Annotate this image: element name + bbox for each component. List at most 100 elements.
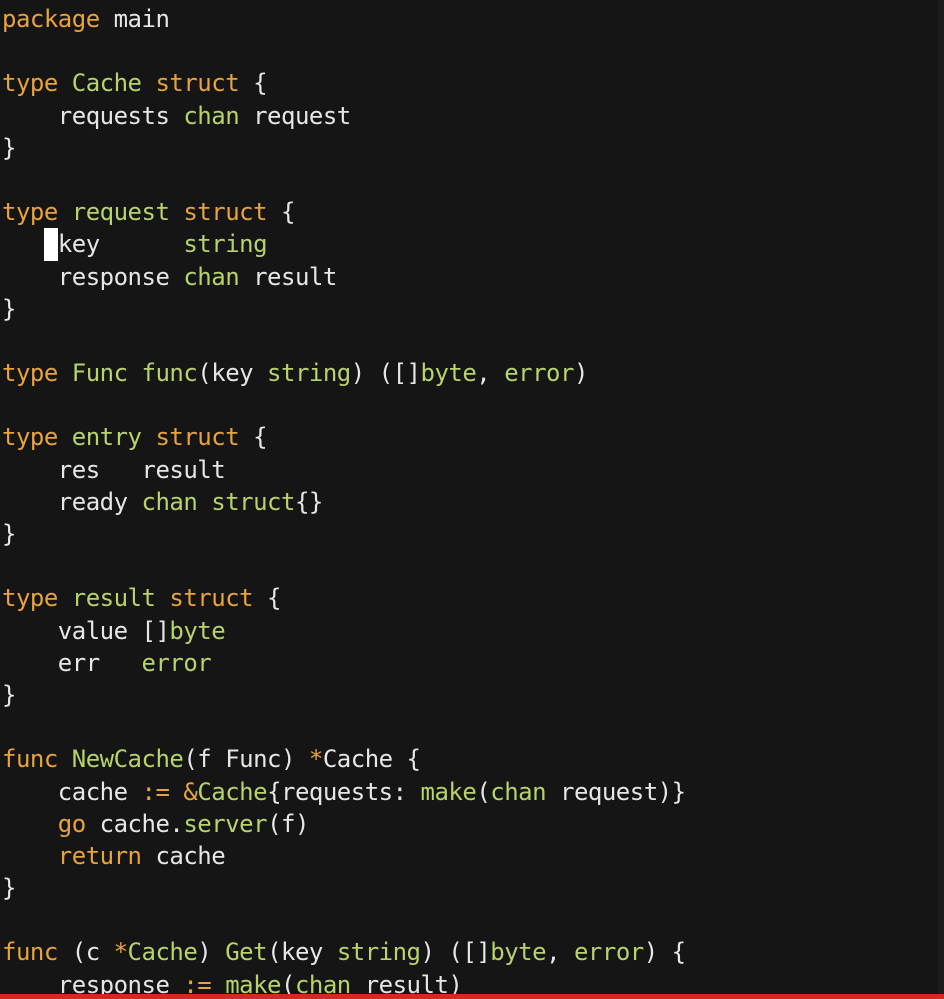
code-token: cache: [141, 841, 226, 870]
code-token: package: [2, 5, 100, 33]
code-token: ) ([]: [420, 938, 491, 967]
code-token: Cache: [197, 777, 268, 806]
code-token: ) ([]: [350, 359, 421, 388]
code-line[interactable]: type Cache struct {: [2, 67, 944, 99]
code-line[interactable]: requests chan request: [2, 100, 944, 132]
code-line[interactable]: type entry struct {: [2, 421, 944, 453]
code-editor[interactable]: package main type Cache struct { request…: [0, 0, 944, 999]
code-token: go: [57, 809, 86, 838]
scrollbar-track[interactable]: [938, 0, 944, 994]
code-token: Cache: [57, 69, 156, 98]
code-line[interactable]: res result: [2, 454, 944, 486]
code-token: value []: [2, 616, 170, 645]
code-line[interactable]: ready chan struct{}: [2, 486, 944, 518]
code-token: type: [2, 69, 58, 98]
code-token: string: [336, 938, 421, 967]
code-line[interactable]: [2, 35, 944, 67]
code-token: err: [2, 648, 142, 677]
code-line[interactable]: cache := &Cache{requests: make(chan requ…: [2, 776, 944, 808]
code-line[interactable]: }: [2, 518, 944, 550]
code-token: ) {: [643, 938, 686, 967]
code-token: entry: [57, 423, 156, 452]
code-token: ): [197, 938, 226, 967]
code-token: Get: [225, 938, 268, 967]
code-token: ready: [2, 487, 142, 516]
code-token: request: [239, 101, 351, 130]
code-token: byte: [169, 616, 226, 645]
code-token: res result: [2, 455, 226, 484]
code-token: request: [57, 198, 184, 227]
code-token: string: [183, 230, 268, 259]
code-line[interactable]: }: [2, 679, 944, 711]
code-token: requests: [2, 101, 184, 130]
code-line[interactable]: [2, 389, 944, 421]
code-token: byte: [420, 359, 477, 388]
code-line[interactable]: }: [2, 293, 944, 325]
code-line[interactable]: [2, 325, 944, 357]
code-token: {: [239, 69, 268, 98]
code-line[interactable]: [2, 711, 944, 743]
code-token: (key: [267, 938, 337, 967]
code-token: cache.: [85, 809, 184, 838]
code-token: {: [239, 423, 268, 452]
code-token: response: [2, 262, 184, 291]
code-token: type: [2, 423, 58, 452]
code-token: chan: [183, 262, 240, 291]
code-token: result: [239, 262, 337, 291]
text-cursor: [43, 228, 58, 261]
code-token: func: [2, 745, 58, 774]
code-area[interactable]: package main type Cache struct { request…: [2, 3, 944, 999]
code-token: ): [573, 359, 588, 388]
code-token: ,: [546, 938, 574, 967]
code-token: error: [504, 359, 574, 388]
code-token: string: [267, 359, 351, 388]
code-token: struct: [169, 584, 254, 613]
code-token: ,: [476, 359, 505, 388]
code-token: make: [420, 777, 477, 806]
code-line[interactable]: [2, 550, 944, 582]
code-token: NewCache: [57, 745, 184, 774]
code-line[interactable]: go cache.server(f): [2, 808, 944, 840]
code-token: :=: [141, 777, 170, 806]
video-progress-bar[interactable]: [0, 994, 944, 999]
code-token: *: [113, 938, 128, 967]
code-token: &: [183, 777, 198, 806]
code-token: Cache: [127, 938, 198, 967]
code-line[interactable]: err error: [2, 647, 944, 679]
code-token: chan: [183, 101, 240, 130]
code-token: byte: [490, 938, 547, 967]
code-line[interactable]: response chan result: [2, 261, 944, 293]
code-token: func: [141, 359, 198, 388]
code-token: request)}: [546, 777, 686, 806]
code-token: *: [308, 745, 323, 774]
code-token: }: [2, 520, 16, 548]
code-token: chan: [490, 777, 547, 806]
code-token: type: [2, 584, 58, 613]
code-line[interactable]: key string: [2, 228, 944, 261]
code-line[interactable]: type Func func(key string) ([]byte, erro…: [2, 357, 944, 389]
code-token: Cache {: [322, 745, 421, 774]
code-token: }: [2, 133, 16, 162]
code-token: chan: [141, 487, 198, 516]
code-line[interactable]: [2, 904, 944, 936]
code-token: }: [2, 874, 16, 903]
code-line[interactable]: package main: [2, 3, 944, 35]
code-line[interactable]: [2, 164, 944, 196]
code-line[interactable]: return cache: [2, 840, 944, 872]
code-line[interactable]: type request struct {: [2, 196, 944, 228]
code-token: result: [57, 584, 170, 613]
code-line[interactable]: value []byte: [2, 615, 944, 647]
code-line[interactable]: func NewCache(f Func) *Cache {: [2, 743, 944, 775]
code-token: (c: [57, 938, 114, 967]
code-line[interactable]: func (c *Cache) Get(key string) ([]byte,…: [2, 936, 944, 968]
code-line[interactable]: }: [2, 132, 944, 164]
code-token: {: [253, 584, 281, 613]
code-token: Func: [57, 359, 142, 388]
code-token: type: [2, 198, 58, 227]
code-token: {requests:: [267, 777, 421, 806]
code-line[interactable]: type result struct {: [2, 582, 944, 614]
code-line[interactable]: }: [2, 872, 944, 904]
